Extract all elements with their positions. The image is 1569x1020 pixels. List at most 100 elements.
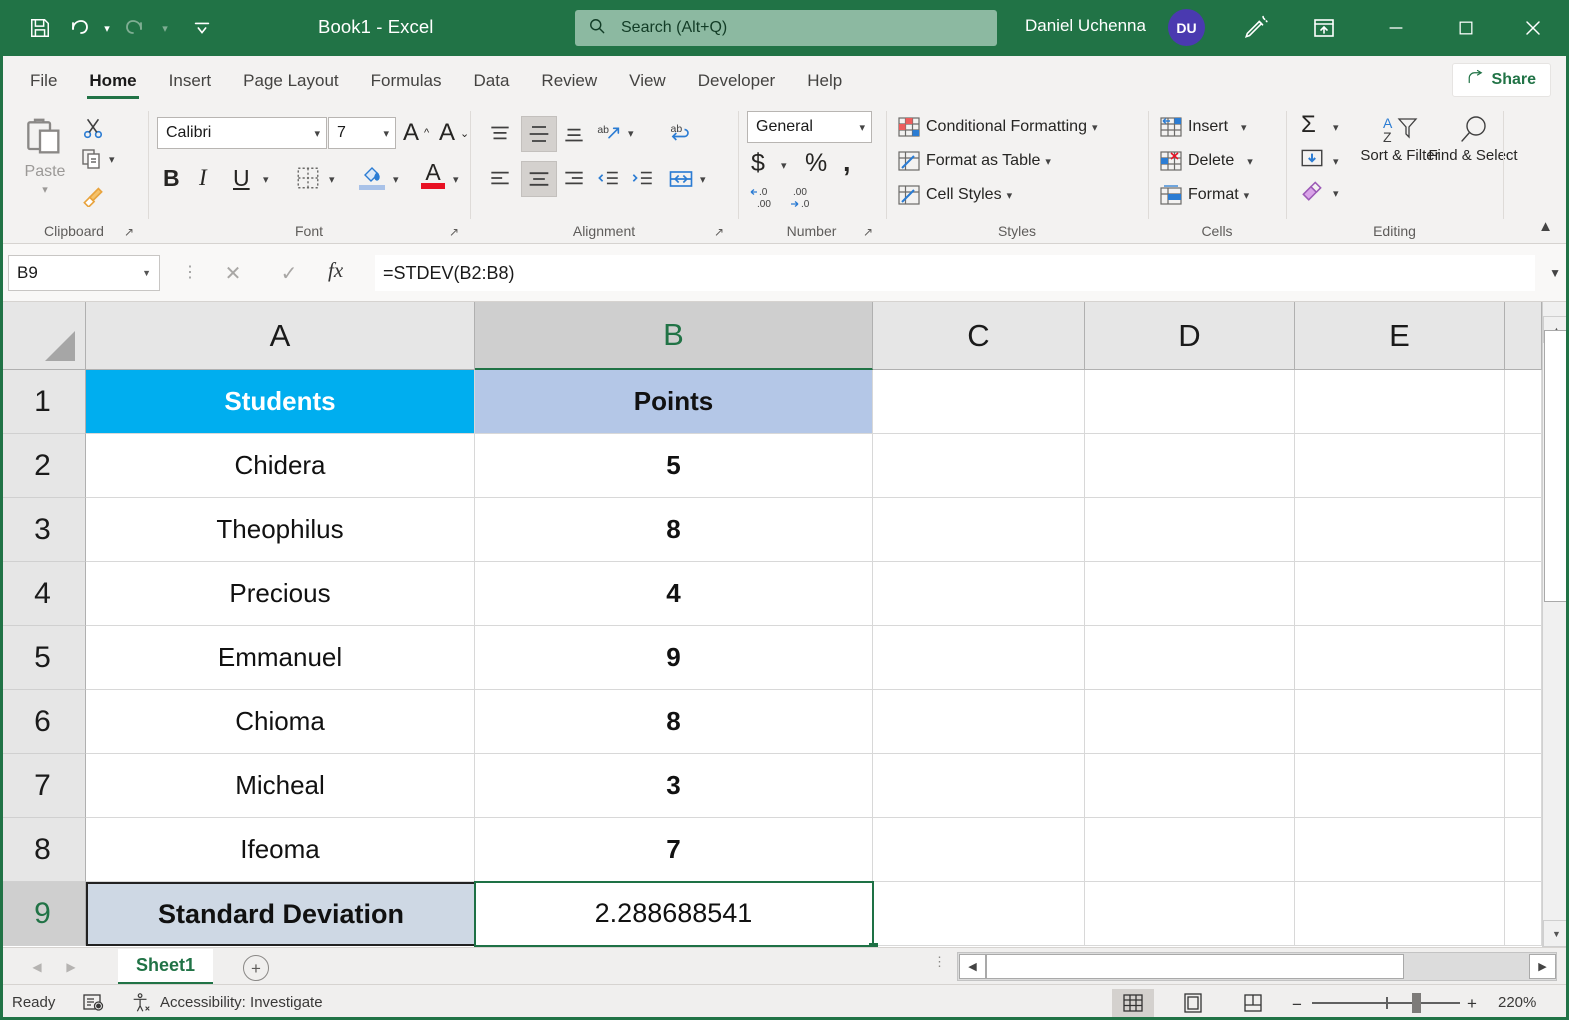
cell-a5[interactable]: Emmanuel <box>86 626 475 690</box>
tab-file[interactable]: File <box>14 58 73 103</box>
redo-icon[interactable] <box>118 10 154 46</box>
cell-c9[interactable] <box>873 882 1085 946</box>
cell-b5[interactable]: 9 <box>475 626 873 690</box>
cell-styles-chevron-down-icon[interactable]: ▾ <box>1007 189 1013 202</box>
cell-e1[interactable] <box>1295 370 1505 434</box>
find-and-select-button[interactable]: Find & Select <box>1428 113 1518 164</box>
save-icon[interactable] <box>22 10 58 46</box>
cell-d9[interactable] <box>1085 882 1295 946</box>
cell-c7[interactable] <box>873 754 1085 818</box>
tab-help[interactable]: Help <box>791 58 858 103</box>
row-header-5[interactable]: 5 <box>0 626 86 690</box>
column-header-f[interactable] <box>1505 302 1542 370</box>
vertical-scrollbar[interactable]: ▲ ▼ <box>1542 302 1569 947</box>
number-format-chevron-down-icon[interactable]: ▾ <box>859 121 865 134</box>
redo-chevron-down-icon[interactable]: ▾ <box>156 10 174 46</box>
scroll-left-arrow-icon[interactable]: ◀ <box>959 954 986 979</box>
page-layout-view-button[interactable] <box>1172 989 1214 1017</box>
accessibility-status[interactable]: Accessibility: Investigate <box>160 994 323 1011</box>
comma-style-button[interactable]: , <box>843 147 851 178</box>
cell-e2[interactable] <box>1295 434 1505 498</box>
clipboard-dialog-launcher[interactable]: ↗ <box>124 225 134 239</box>
cell-f7[interactable] <box>1505 754 1542 818</box>
page-break-preview-button[interactable] <box>1232 989 1274 1017</box>
expand-formula-bar-chevron-down-icon[interactable]: ▼ <box>1549 266 1561 280</box>
cell-f2[interactable] <box>1505 434 1542 498</box>
horizontal-scroll-thumb[interactable] <box>986 954 1404 979</box>
cell-d5[interactable] <box>1085 626 1295 690</box>
scroll-down-arrow-icon[interactable]: ▼ <box>1543 920 1569 947</box>
cell-b4[interactable]: 4 <box>475 562 873 626</box>
font-color-button[interactable]: A <box>421 161 445 189</box>
search-input[interactable]: Search (Alt+Q) <box>575 10 997 46</box>
alignment-dialog-launcher[interactable]: ↗ <box>714 225 724 239</box>
autosum-chevron-down-icon[interactable]: ▾ <box>1333 121 1339 134</box>
accessibility-icon[interactable] <box>130 992 152 1019</box>
cell-b2[interactable]: 5 <box>475 434 873 498</box>
enter-formula-button[interactable]: ✓ <box>268 255 310 291</box>
ink-pen-icon[interactable] <box>1238 10 1274 46</box>
row-header-6[interactable]: 6 <box>0 690 86 754</box>
middle-align-button[interactable] <box>521 116 557 152</box>
cell-f9[interactable] <box>1505 882 1542 946</box>
undo-icon[interactable] <box>60 10 96 46</box>
paste-button[interactable]: Paste ▾ <box>14 117 76 196</box>
cell-d6[interactable] <box>1085 690 1295 754</box>
scrollbar-grip[interactable]: ⋮ <box>933 955 946 968</box>
undo-chevron-down-icon[interactable]: ▾ <box>98 10 116 46</box>
cell-d8[interactable] <box>1085 818 1295 882</box>
orientation-button[interactable]: ab ▾ <box>595 119 634 147</box>
cell-d4[interactable] <box>1085 562 1295 626</box>
row-header-3[interactable]: 3 <box>0 498 86 562</box>
collapse-ribbon-button[interactable]: ▲ <box>1538 218 1553 235</box>
name-box[interactable]: B9 ▼ <box>8 255 160 291</box>
share-button[interactable]: Share <box>1451 63 1551 97</box>
column-header-a[interactable]: A <box>86 302 475 370</box>
cell-e3[interactable] <box>1295 498 1505 562</box>
cell-a9[interactable]: Standard Deviation <box>86 882 475 946</box>
tab-home[interactable]: Home <box>73 58 152 103</box>
tab-formulas[interactable]: Formulas <box>355 58 458 103</box>
formula-input[interactable]: =STDEV(B2:B8) <box>375 255 1535 291</box>
row-header-9[interactable]: 9 <box>0 882 86 946</box>
conditional-formatting-button[interactable]: Conditional Formatting ▾ <box>897 115 1098 139</box>
fill-color-chevron-down-icon[interactable]: ▾ <box>393 173 399 186</box>
currency-button[interactable]: $ <box>751 149 765 178</box>
maximize-button[interactable] <box>1437 0 1495 56</box>
wrap-text-button[interactable]: ab <box>667 119 695 147</box>
cell-c4[interactable] <box>873 562 1085 626</box>
customize-quick-access-toolbar-icon[interactable] <box>184 10 220 46</box>
column-header-b[interactable]: B <box>475 302 873 370</box>
borders-chevron-down-icon[interactable]: ▾ <box>329 173 335 186</box>
cell-e7[interactable] <box>1295 754 1505 818</box>
cell-b3[interactable]: 8 <box>475 498 873 562</box>
format-chevron-down-icon[interactable]: ▾ <box>1244 189 1250 202</box>
avatar[interactable]: DU <box>1168 9 1205 46</box>
underline-button[interactable]: U <box>233 165 250 192</box>
next-sheet-arrow-icon[interactable]: ▶ <box>60 956 82 978</box>
merge-chevron-down-icon[interactable]: ▾ <box>700 173 706 186</box>
top-align-button[interactable] <box>487 121 513 147</box>
zoom-in-button[interactable]: + <box>1467 994 1477 1014</box>
insert-cells-button[interactable]: Insert ▾ <box>1159 115 1247 139</box>
delete-cells-button[interactable]: Delete ▾ <box>1159 149 1253 173</box>
borders-button[interactable] <box>295 165 321 191</box>
tab-page-layout[interactable]: Page Layout <box>227 58 354 103</box>
merge-and-center-button[interactable]: ▾ <box>667 165 706 193</box>
orientation-chevron-down-icon[interactable]: ▾ <box>628 127 634 140</box>
font-name-chevron-down-icon[interactable]: ▾ <box>314 127 320 140</box>
cell-a7[interactable]: Micheal <box>86 754 475 818</box>
number-format-select[interactable]: General ▾ <box>747 111 872 143</box>
cell-f1[interactable] <box>1505 370 1542 434</box>
font-size-chevron-down-icon[interactable]: ▾ <box>383 127 389 140</box>
cell-a2[interactable]: Chidera <box>86 434 475 498</box>
cell-d1[interactable] <box>1085 370 1295 434</box>
tab-developer[interactable]: Developer <box>682 58 792 103</box>
normal-view-button[interactable] <box>1112 989 1154 1017</box>
cell-b7[interactable]: 3 <box>475 754 873 818</box>
row-header-8[interactable]: 8 <box>0 818 86 882</box>
decrease-font-size-button[interactable]: A ⌄ <box>439 119 469 147</box>
italic-button[interactable]: I <box>199 165 207 191</box>
number-dialog-launcher[interactable]: ↗ <box>863 225 873 239</box>
format-painter-button[interactable] <box>80 181 106 207</box>
